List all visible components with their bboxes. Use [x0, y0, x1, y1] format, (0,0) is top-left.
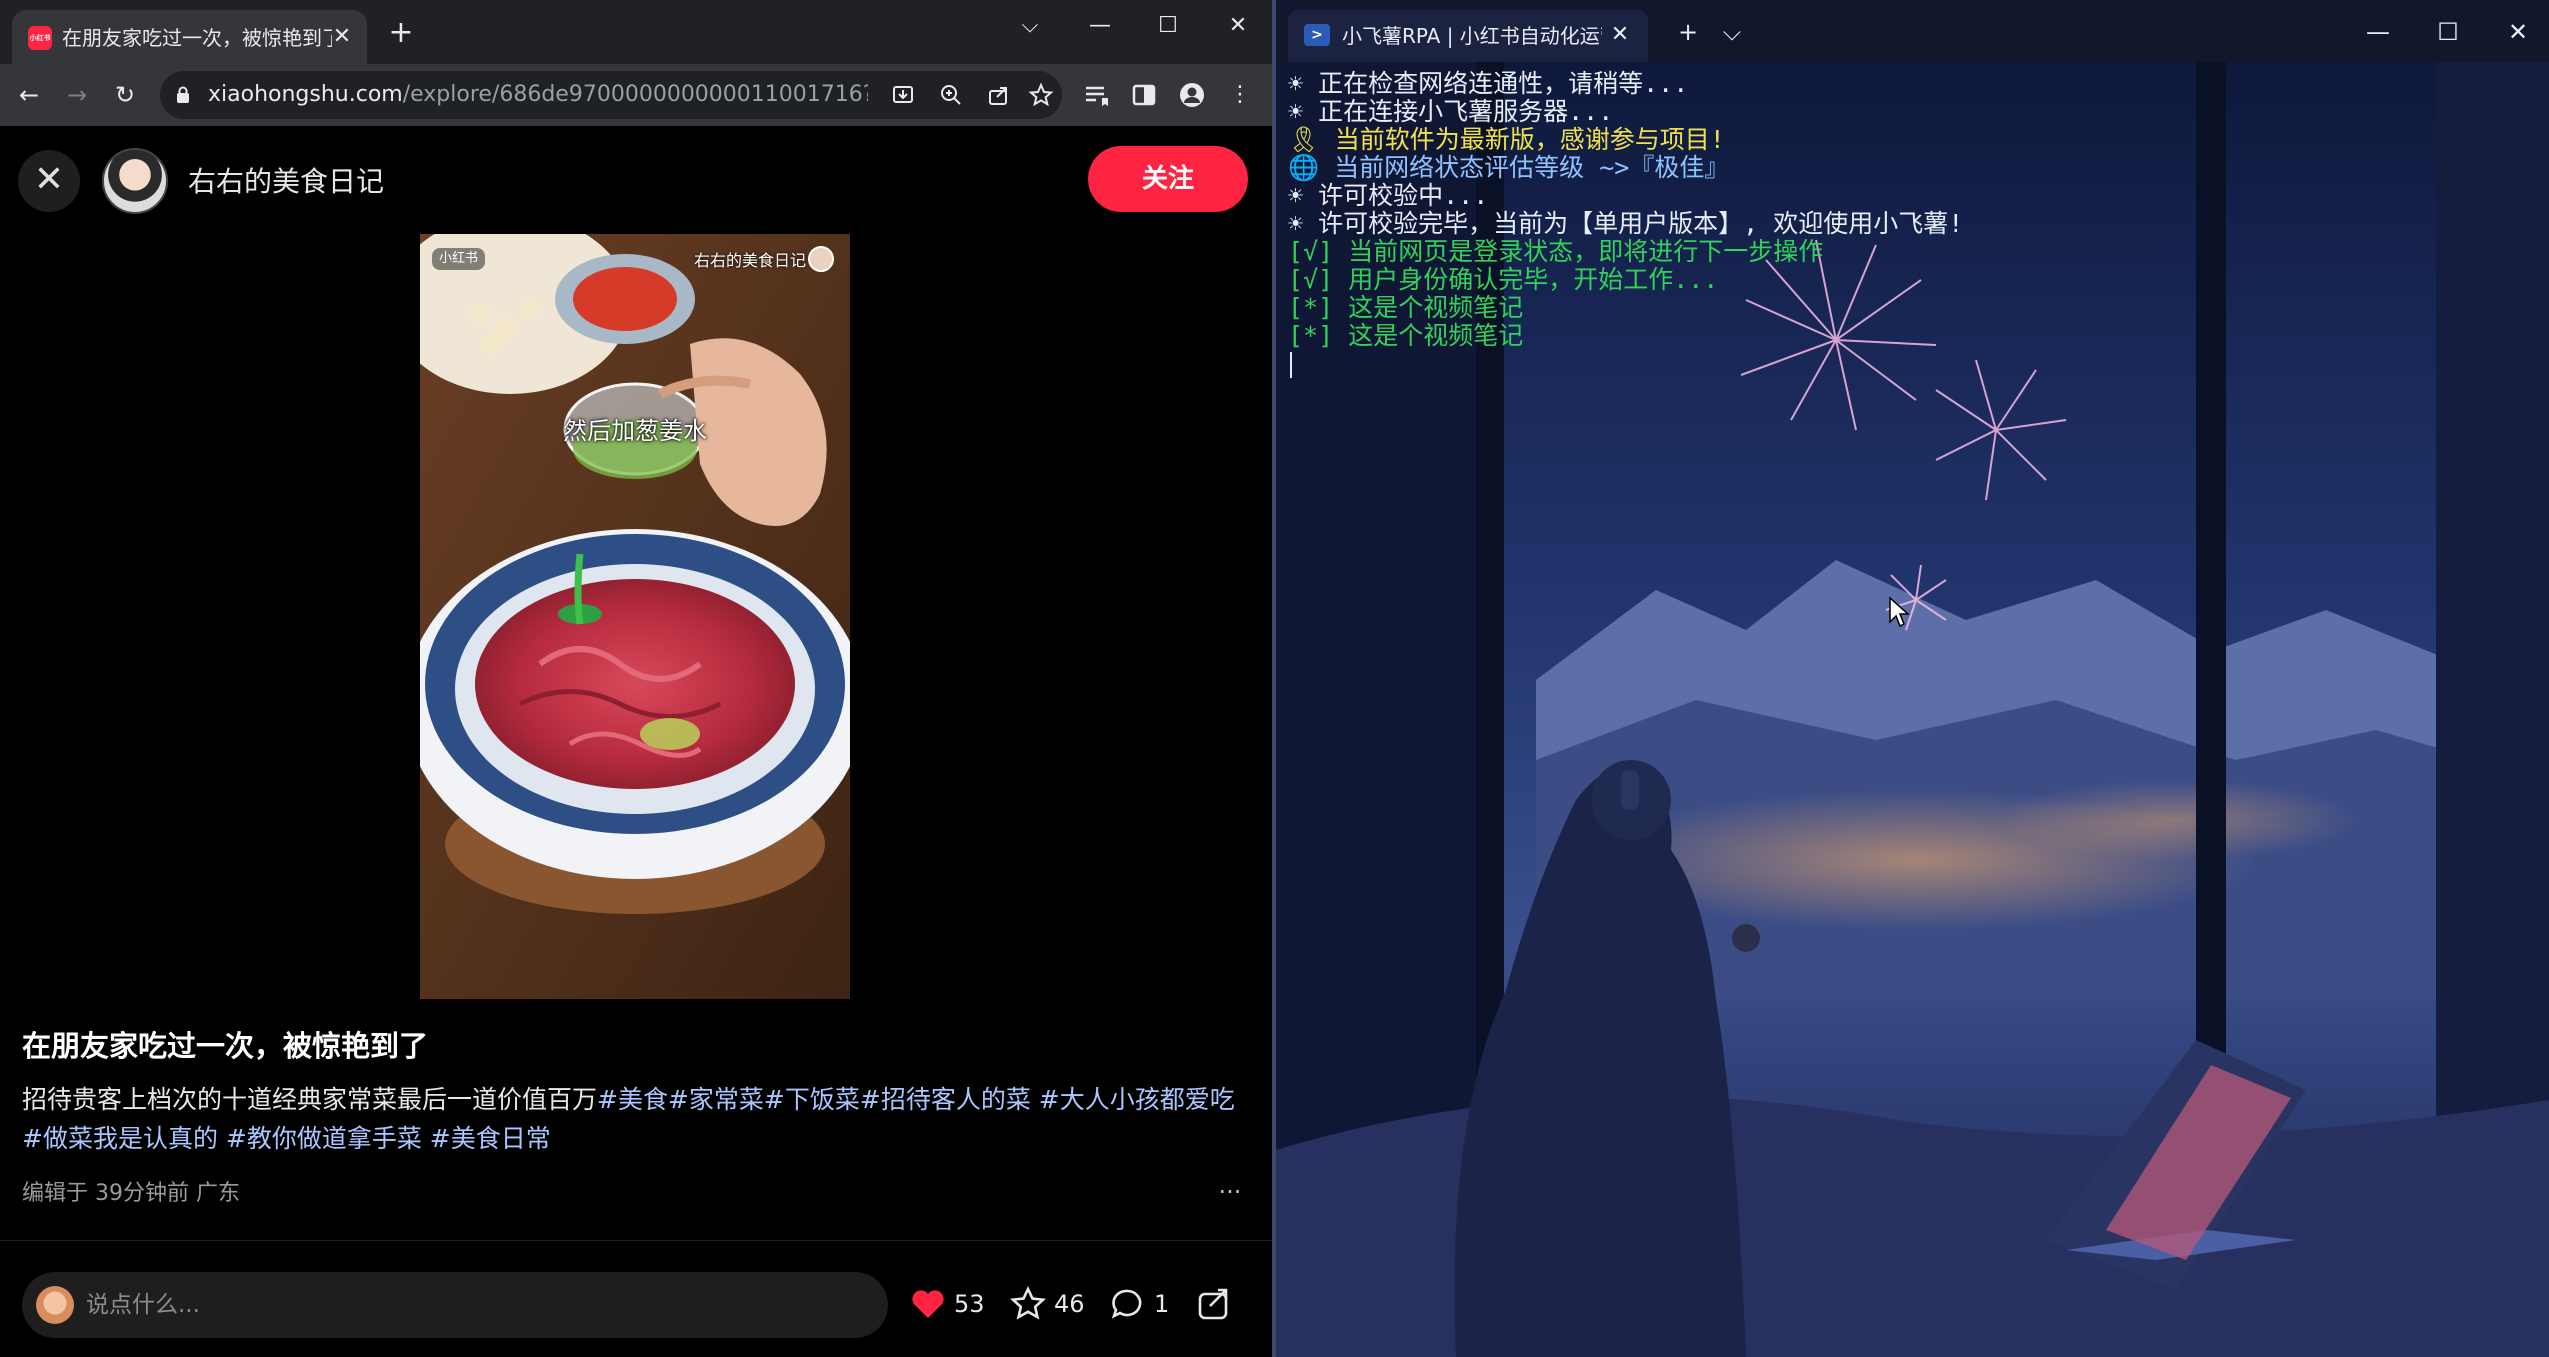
- terminal-output[interactable]: ☀ 正在检查网络连通性，请稍等... ☀ 正在连接小飞薯服务器... 🎗 当前软件为…: [1288, 70, 2528, 400]
- user-avatar: [36, 1286, 74, 1324]
- hashtag[interactable]: #家常菜: [668, 1085, 764, 1114]
- video-frame[interactable]: 小红书 右右的美食日记 然后加葱姜水: [420, 234, 850, 999]
- terminal-tab-strip: > 小飞薯RPA | 小红书自动化运营 ✕ + ⌵ — ☐ ✕: [1276, 0, 2549, 62]
- hashtag[interactable]: #美食: [597, 1085, 668, 1114]
- video-player-area[interactable]: 小红书 右右的美食日记 然后加葱姜水: [0, 232, 1272, 1000]
- hashtag[interactable]: #下饭菜: [764, 1085, 860, 1114]
- profile-icon[interactable]: [1174, 76, 1210, 114]
- browser-tab-title: 在朋友家吃过一次，被惊艳到了: [62, 26, 332, 50]
- reading-list-icon[interactable]: [1078, 76, 1114, 114]
- comment-placeholder: 说点什么...: [86, 1292, 200, 1318]
- text-cursor: [1290, 352, 1292, 378]
- hashtag[interactable]: #做菜我是认真的: [22, 1124, 218, 1153]
- video-subtitle: 然后加葱姜水: [563, 417, 707, 445]
- close-window-button[interactable]: ✕: [1216, 6, 1260, 46]
- video-watermark-badge: 小红书: [432, 248, 486, 270]
- reload-button[interactable]: ↻: [106, 76, 144, 114]
- terminal-line: [√] 当前网页是登录状态，即将进行下一步操作: [1288, 237, 1824, 266]
- maximize-button[interactable]: ☐: [2428, 12, 2468, 52]
- video-watermark-author: 右右的美食日记: [693, 251, 806, 270]
- divider: [0, 1240, 1272, 1241]
- tab-close-icon[interactable]: ✕: [1606, 21, 1634, 49]
- desktop: 小红书 在朋友家吃过一次，被惊艳到了 ✕ + ⌵ — ☐ ✕ ← → ↻ xia…: [0, 0, 2549, 1357]
- comment-input[interactable]: 说点什么...: [22, 1272, 888, 1338]
- follow-button[interactable]: 关注: [1088, 146, 1248, 212]
- video-frame-picture: [420, 234, 850, 999]
- browser-tab[interactable]: 小红书 在朋友家吃过一次，被惊艳到了 ✕: [12, 10, 367, 64]
- browser-menu-icon[interactable]: ⋮: [1222, 76, 1258, 114]
- hashtag[interactable]: #美食日常: [422, 1124, 551, 1153]
- star-icon[interactable]: [1008, 1284, 1048, 1324]
- tab-dropdown-icon[interactable]: ⌵: [1712, 12, 1752, 52]
- close-note-button[interactable]: ✕: [18, 150, 80, 212]
- lock-icon: [177, 86, 189, 103]
- note-title: 在朋友家吃过一次，被惊艳到了: [22, 1029, 429, 1063]
- terminal-line: [√] 用户身份确认完毕，开始工作...: [1288, 265, 1719, 294]
- note-description: 招待贵客上档次的十道经典家常菜最后一道价值百万#美食#家常菜#下饭菜#招待客人的…: [22, 1080, 1252, 1160]
- xiaohongshu-favicon-icon: 小红书: [28, 26, 52, 50]
- address-bar[interactable]: xiaohongshu.com/explore/686de97000000000…: [160, 71, 1062, 119]
- terminal-line: ☀ 正在连接小飞薯服务器...: [1288, 97, 1614, 126]
- video-watermark-avatar: [808, 246, 834, 272]
- author-avatar[interactable]: [102, 148, 168, 214]
- minimize-button[interactable]: —: [2358, 12, 2398, 52]
- heart-icon[interactable]: [908, 1284, 948, 1324]
- terminal-line: 🎗 当前软件为最新版，感谢参与项目!: [1288, 125, 1725, 154]
- like-count: 53: [954, 1290, 985, 1318]
- author-name[interactable]: 右右的美食日记: [188, 162, 528, 202]
- forward-button[interactable]: →: [58, 76, 96, 114]
- terminal-tab-title: 小飞薯RPA | 小红书自动化运营: [1342, 24, 1602, 48]
- maximize-button[interactable]: ☐: [1146, 6, 1190, 46]
- bookmark-star-icon[interactable]: [1026, 80, 1056, 110]
- note-description-text: 招待贵客上档次的十道经典家常菜最后一道价值百万: [22, 1085, 598, 1114]
- terminal-tab[interactable]: > 小飞薯RPA | 小红书自动化运营 ✕: [1288, 10, 1648, 62]
- mouse-pointer-icon: [1889, 596, 1910, 628]
- terminal-line: [*] 这是个视频笔记: [1288, 293, 1524, 322]
- collect-count: 46: [1054, 1290, 1085, 1318]
- note-edit-meta: 编辑于 39分钟前 广东: [22, 1181, 240, 1206]
- terminal-line: [*] 这是个视频笔记: [1288, 321, 1524, 350]
- browser-toolbar: ← → ↻ xiaohongshu.com/explore/686de97000…: [0, 64, 1272, 126]
- share-icon[interactable]: [984, 80, 1014, 110]
- close-window-button[interactable]: ✕: [2498, 12, 2538, 52]
- install-app-icon[interactable]: [888, 80, 918, 110]
- minimize-button[interactable]: —: [1078, 6, 1122, 46]
- terminal-line: ☀ 许可校验中...: [1288, 181, 1489, 210]
- url-text: xiaohongshu.com/explore/686de97000000000…: [208, 82, 868, 107]
- note-header: ✕ 右右的美食日记 关注: [0, 126, 1272, 232]
- side-panel-icon[interactable]: [1126, 76, 1162, 114]
- terminal-line: ☀ 许可校验完毕，当前为【单用户版本】, 欢迎使用小飞薯!: [1288, 209, 1964, 238]
- comment-count: 1: [1154, 1290, 1170, 1318]
- terminal-line: 🌐 当前网络状态评估等级 ~>『极佳』: [1288, 153, 1730, 182]
- hashtag[interactable]: #大人小孩都爱吃: [1031, 1085, 1235, 1114]
- tab-close-icon[interactable]: ✕: [329, 24, 355, 50]
- terminal-line: ☀ 正在检查网络连通性，请稍等...: [1288, 69, 1689, 98]
- terminal-window: > 小飞薯RPA | 小红书自动化运营 ✕ + ⌵ — ☐ ✕ ☀ 正在检查网络…: [1276, 0, 2549, 1357]
- back-button[interactable]: ←: [10, 76, 48, 114]
- browser-tab-strip: 小红书 在朋友家吃过一次，被惊艳到了 ✕ + ⌵ — ☐ ✕: [0, 0, 1272, 64]
- comment-bubble-icon[interactable]: [1108, 1284, 1148, 1324]
- zoom-icon[interactable]: [936, 80, 966, 110]
- hashtag[interactable]: #教你做道拿手菜: [218, 1124, 422, 1153]
- new-tab-button[interactable]: +: [386, 18, 416, 48]
- more-options-icon[interactable]: ···: [1212, 1176, 1248, 1208]
- hashtag[interactable]: #招待客人的菜: [860, 1085, 1031, 1114]
- tab-search-icon[interactable]: ⌵: [1008, 6, 1052, 46]
- powershell-icon: >: [1304, 24, 1330, 46]
- browser-window: 小红书 在朋友家吃过一次，被惊艳到了 ✕ + ⌵ — ☐ ✕ ← → ↻ xia…: [0, 0, 1272, 1357]
- new-tab-button[interactable]: +: [1668, 12, 1708, 52]
- share-icon[interactable]: [1194, 1284, 1234, 1324]
